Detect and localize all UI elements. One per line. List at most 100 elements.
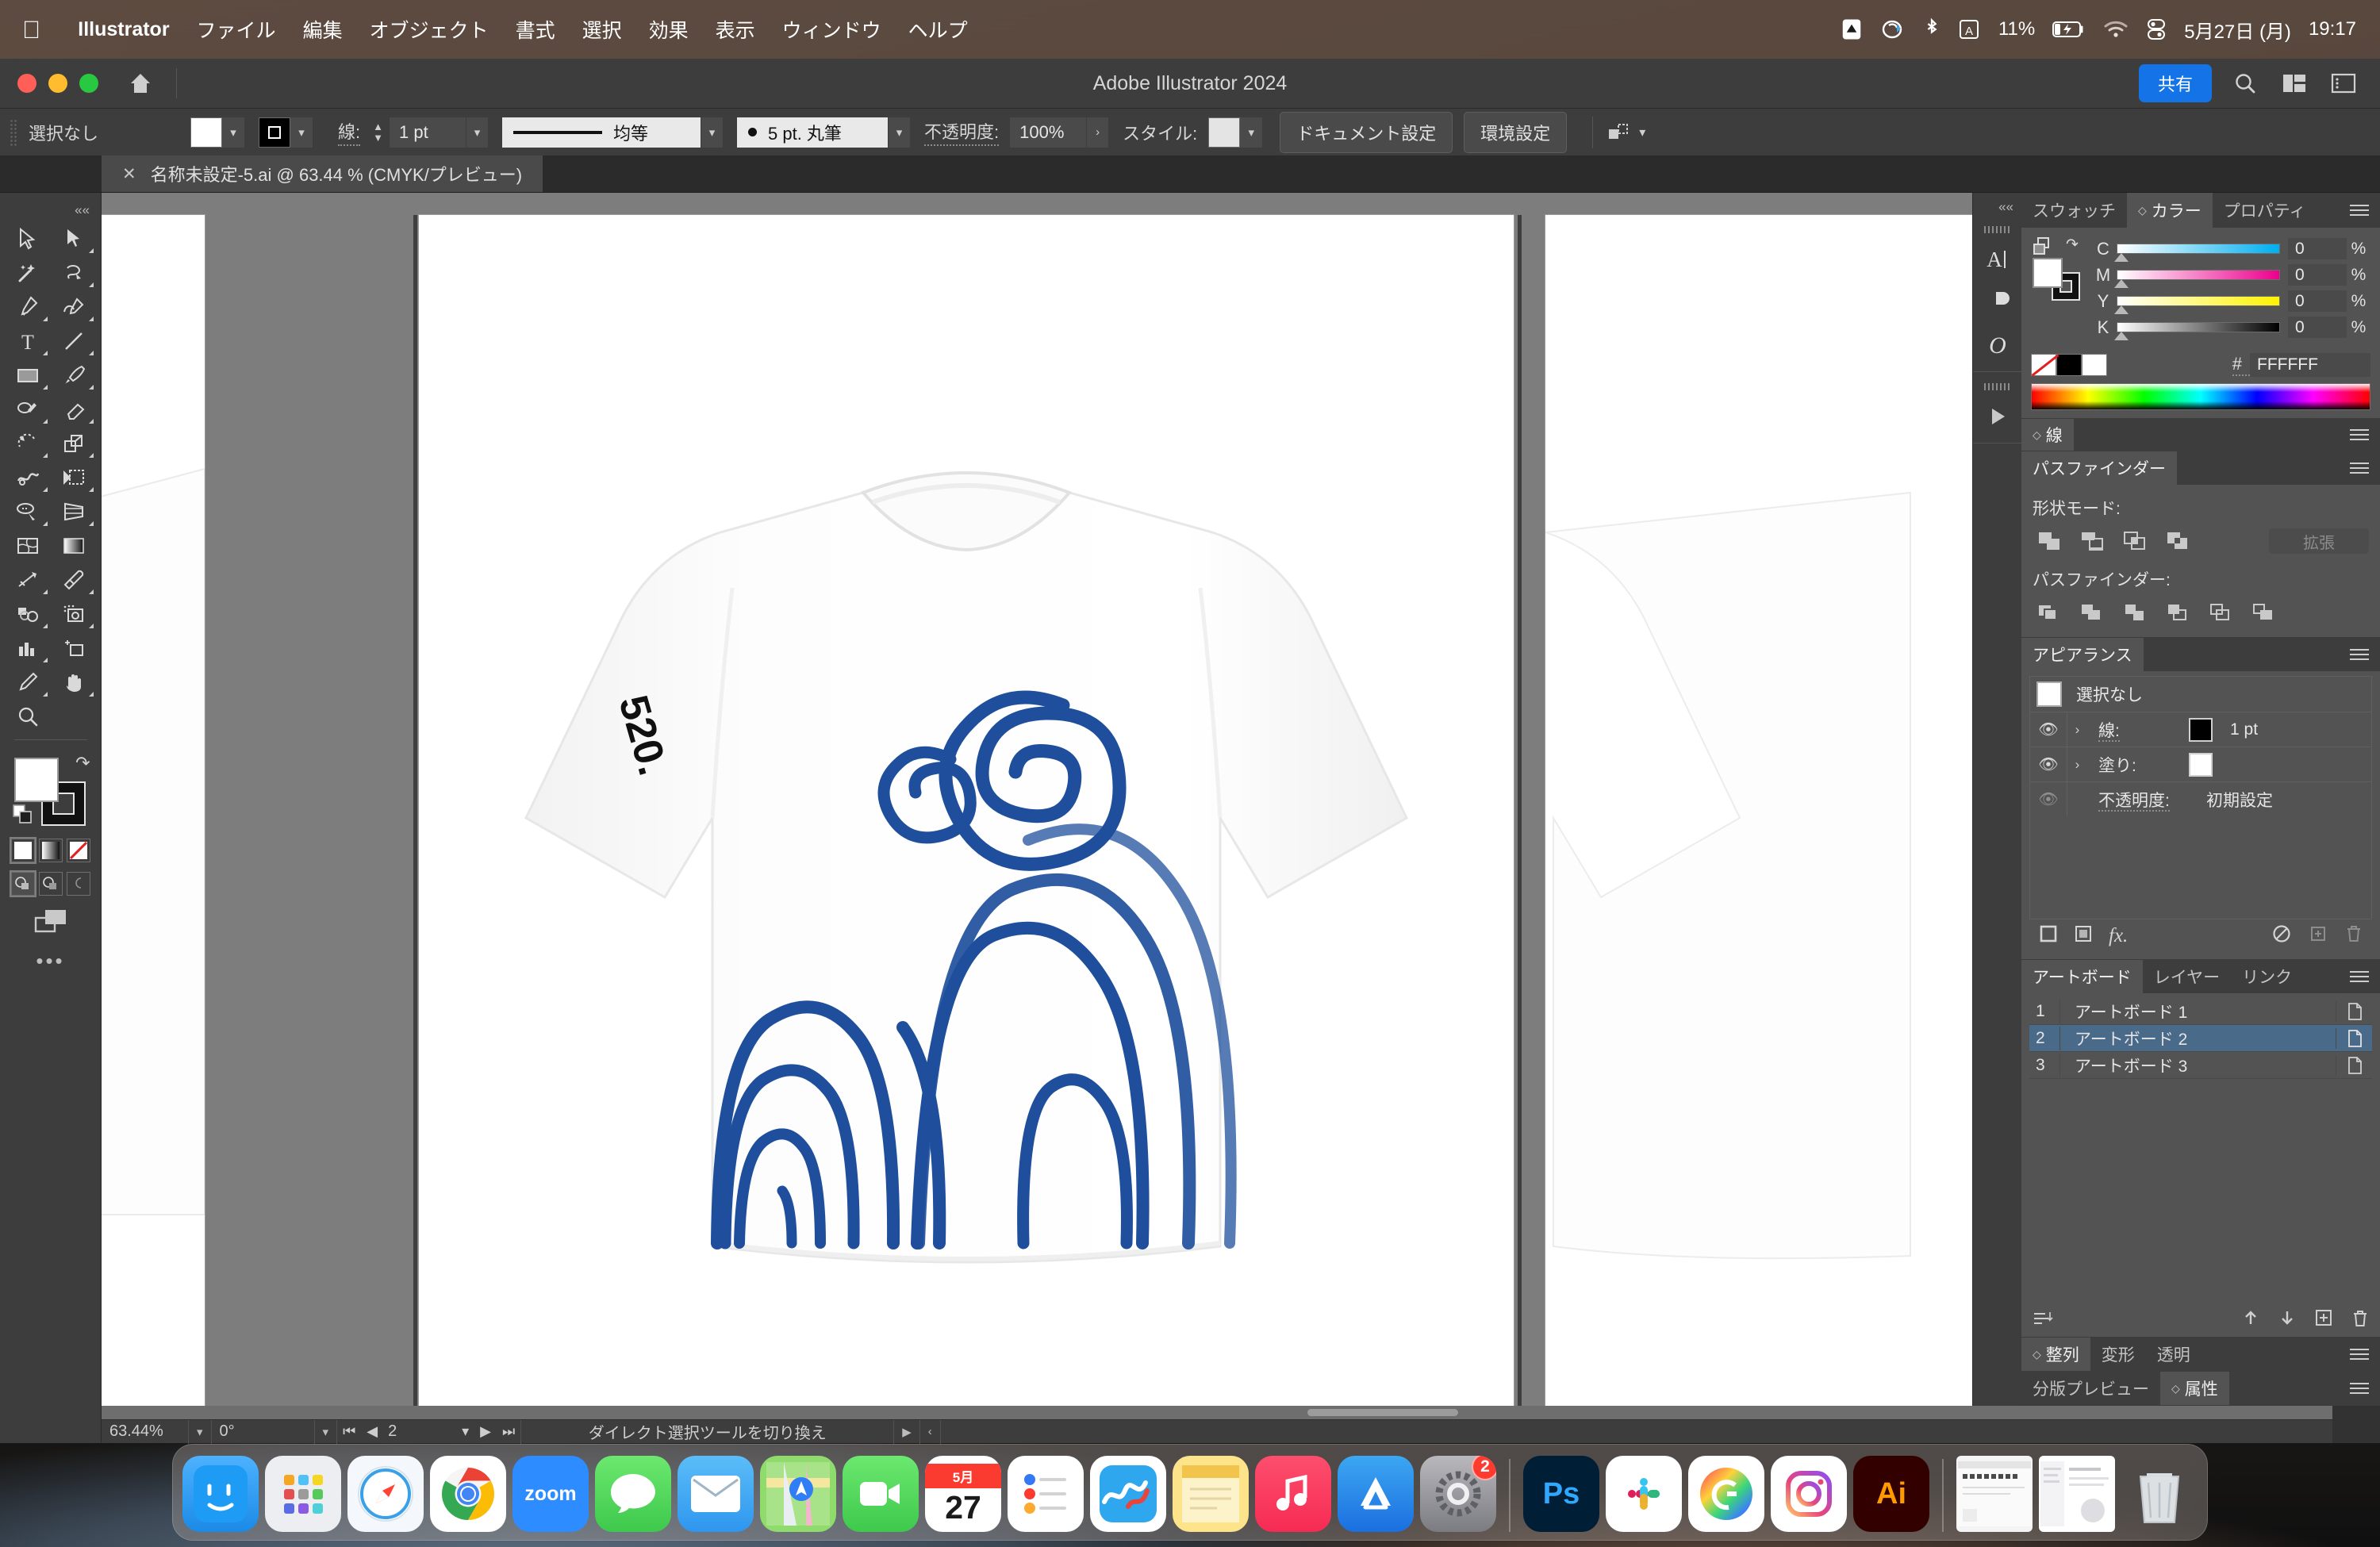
panel-menu-icon[interactable]: [2339, 1372, 2380, 1405]
draw-inside-button[interactable]: [66, 872, 90, 896]
direct-selection-tool[interactable]: [51, 221, 97, 255]
artboard-options-icon[interactable]: [2336, 1027, 2372, 1049]
dock-app-photoshop[interactable]: Ps: [1523, 1456, 1599, 1532]
shape-builder-tool[interactable]: [5, 494, 51, 528]
artboard-row-1[interactable]: 1 アートボード 1: [2029, 998, 2372, 1025]
close-window-button[interactable]: [17, 74, 36, 93]
intersect-icon[interactable]: [2118, 528, 2152, 555]
reorder-icon[interactable]: [2033, 1310, 2053, 1332]
appearance-row-fill[interactable]: 👁 › 塗り:: [2029, 747, 2372, 781]
stroke-swatch[interactable]: [259, 117, 290, 148]
dock-app-stocks[interactable]: [1090, 1456, 1166, 1532]
tab-links[interactable]: リンク: [2231, 960, 2303, 993]
dock-app-illustrator[interactable]: Ai: [1853, 1456, 1929, 1532]
tab-attributes[interactable]: ◇ 属性: [2160, 1372, 2229, 1405]
libraries-panel-icon[interactable]: [1973, 395, 2022, 438]
chevron-down-icon[interactable]: ▾: [290, 117, 313, 148]
delete-artboard-icon[interactable]: [2351, 1309, 2369, 1333]
select-similar-control[interactable]: ▾: [1607, 121, 1645, 144]
tab-stroke[interactable]: ◇ 線: [2021, 419, 2074, 451]
share-button[interactable]: 共有: [2138, 64, 2212, 102]
chevrons-left-icon[interactable]: ««: [1973, 193, 2021, 220]
brush-definition-combo[interactable]: 5 pt. 丸筆 ▾: [737, 117, 910, 148]
chevron-down-icon[interactable]: ▾: [1240, 117, 1263, 148]
menu-object[interactable]: オブジェクト: [356, 15, 502, 44]
visibility-eye-icon[interactable]: 👁: [2030, 720, 2067, 739]
expand-button[interactable]: 拡張: [2269, 528, 2369, 554]
dropbox-icon[interactable]: [1840, 17, 1864, 41]
artboard-number[interactable]: 2: [383, 1422, 456, 1441]
control-bar-grip[interactable]: [10, 118, 17, 146]
apple-icon[interactable]: : [22, 17, 40, 42]
panel-menu-icon[interactable]: [2339, 960, 2380, 993]
stroke-weight-value[interactable]: 1 pt: [390, 117, 466, 148]
tab-separation-preview[interactable]: 分版プレビュー: [2021, 1372, 2160, 1405]
slider-value-m[interactable]: 0: [2288, 264, 2347, 286]
appearance-stroke-swatch[interactable]: [2189, 717, 2213, 742]
input-source-icon[interactable]: A: [1957, 17, 1981, 41]
appearance-stroke-value[interactable]: 1 pt: [2230, 720, 2258, 739]
horizontal-scroll-thumb[interactable]: [1307, 1409, 1458, 1416]
tab-swatches[interactable]: スウォッチ: [2021, 193, 2127, 228]
dock-app-calendar[interactable]: 5月 27: [925, 1456, 1001, 1532]
merge-icon[interactable]: [2118, 599, 2152, 626]
swap-fill-stroke-icon[interactable]: ↷: [2066, 236, 2079, 254]
screen-mode-button[interactable]: [34, 908, 67, 938]
panel-menu-icon[interactable]: [2339, 419, 2380, 451]
zoom-chevron-down-icon[interactable]: ▾: [189, 1419, 212, 1444]
workspace-icon[interactable]: [2278, 67, 2310, 99]
mesh-tool[interactable]: [5, 528, 51, 562]
gradient-fill-button[interactable]: [38, 839, 63, 862]
unite-icon[interactable]: [2033, 528, 2066, 555]
dock-trash-icon[interactable]: [2121, 1456, 2198, 1532]
artboard-row-2[interactable]: 2 アートボード 2: [2029, 1025, 2372, 1052]
opentype-panel-icon[interactable]: O: [1973, 324, 2022, 367]
panel-icon[interactable]: [2328, 67, 2359, 99]
panel-menu-icon[interactable]: [2339, 451, 2380, 485]
tab-align[interactable]: ◇ 整列: [2021, 1338, 2090, 1371]
shaper-tool[interactable]: [5, 392, 51, 426]
tab-transparency[interactable]: 透明: [2146, 1338, 2202, 1371]
panel-menu-icon[interactable]: [2339, 638, 2380, 671]
rotation-chevron-down-icon[interactable]: ▾: [315, 1419, 338, 1444]
menu-illustrator[interactable]: Illustrator: [64, 18, 182, 41]
dock-app-reminders[interactable]: [1008, 1456, 1084, 1532]
panel-menu-icon[interactable]: [2339, 193, 2380, 228]
dock-app-notes[interactable]: [1173, 1456, 1249, 1532]
zoom-level[interactable]: 63.44%: [102, 1419, 189, 1444]
tab-appearance[interactable]: アピアランス: [2021, 638, 2144, 671]
perspective-grid-tool[interactable]: [51, 494, 97, 528]
opacity-value[interactable]: 100%: [1010, 117, 1087, 148]
line-segment-tool[interactable]: [51, 324, 97, 358]
artboard-name[interactable]: アートボード 1: [2059, 999, 2336, 1023]
home-icon[interactable]: [127, 70, 154, 97]
fill-swatch[interactable]: [190, 117, 222, 148]
color-spectrum-bar[interactable]: [2031, 383, 2370, 410]
dock-app-zoom[interactable]: zoom: [512, 1456, 589, 1532]
chevron-down-icon[interactable]: ▾: [888, 117, 910, 148]
hex-input[interactable]: FFFFFF: [2250, 353, 2370, 377]
toolbar-fill-swatch[interactable]: [13, 758, 59, 802]
zoom-tool[interactable]: [5, 699, 51, 733]
blend-tool[interactable]: [5, 562, 51, 597]
delete-item-icon[interactable]: [2345, 924, 2363, 948]
tab-artboards[interactable]: アートボード: [2021, 960, 2143, 993]
move-down-icon[interactable]: [2278, 1309, 2296, 1333]
last-artboard-icon[interactable]: ⏭: [497, 1423, 520, 1440]
type-tool[interactable]: T: [5, 324, 51, 358]
slider-value-y[interactable]: 0: [2288, 290, 2347, 312]
slider-track-y[interactable]: [2114, 296, 2280, 314]
paintbrush-tool[interactable]: [51, 358, 97, 392]
appearance-fill-swatch[interactable]: [2189, 752, 2213, 777]
image-trace-tool[interactable]: [51, 597, 97, 631]
menu-effect[interactable]: 効果: [635, 15, 702, 44]
column-graph-tool[interactable]: [5, 631, 51, 665]
appearance-row-stroke[interactable]: 👁 › 線: 1 pt: [2029, 712, 2372, 747]
stroke-profile-preview[interactable]: 均等: [502, 117, 701, 148]
menu-select[interactable]: 選択: [569, 15, 635, 44]
color-fill-swatch[interactable]: [2033, 258, 2063, 288]
preferences-button[interactable]: 環境設定: [1464, 111, 1568, 153]
visibility-eye-icon[interactable]: 👁: [2030, 789, 2067, 809]
document-tab[interactable]: ✕ 名称未設定-5.ai @ 63.44 % (CMYK/プレビュー): [102, 155, 543, 192]
default-fill-stroke-icon[interactable]: [12, 804, 33, 829]
